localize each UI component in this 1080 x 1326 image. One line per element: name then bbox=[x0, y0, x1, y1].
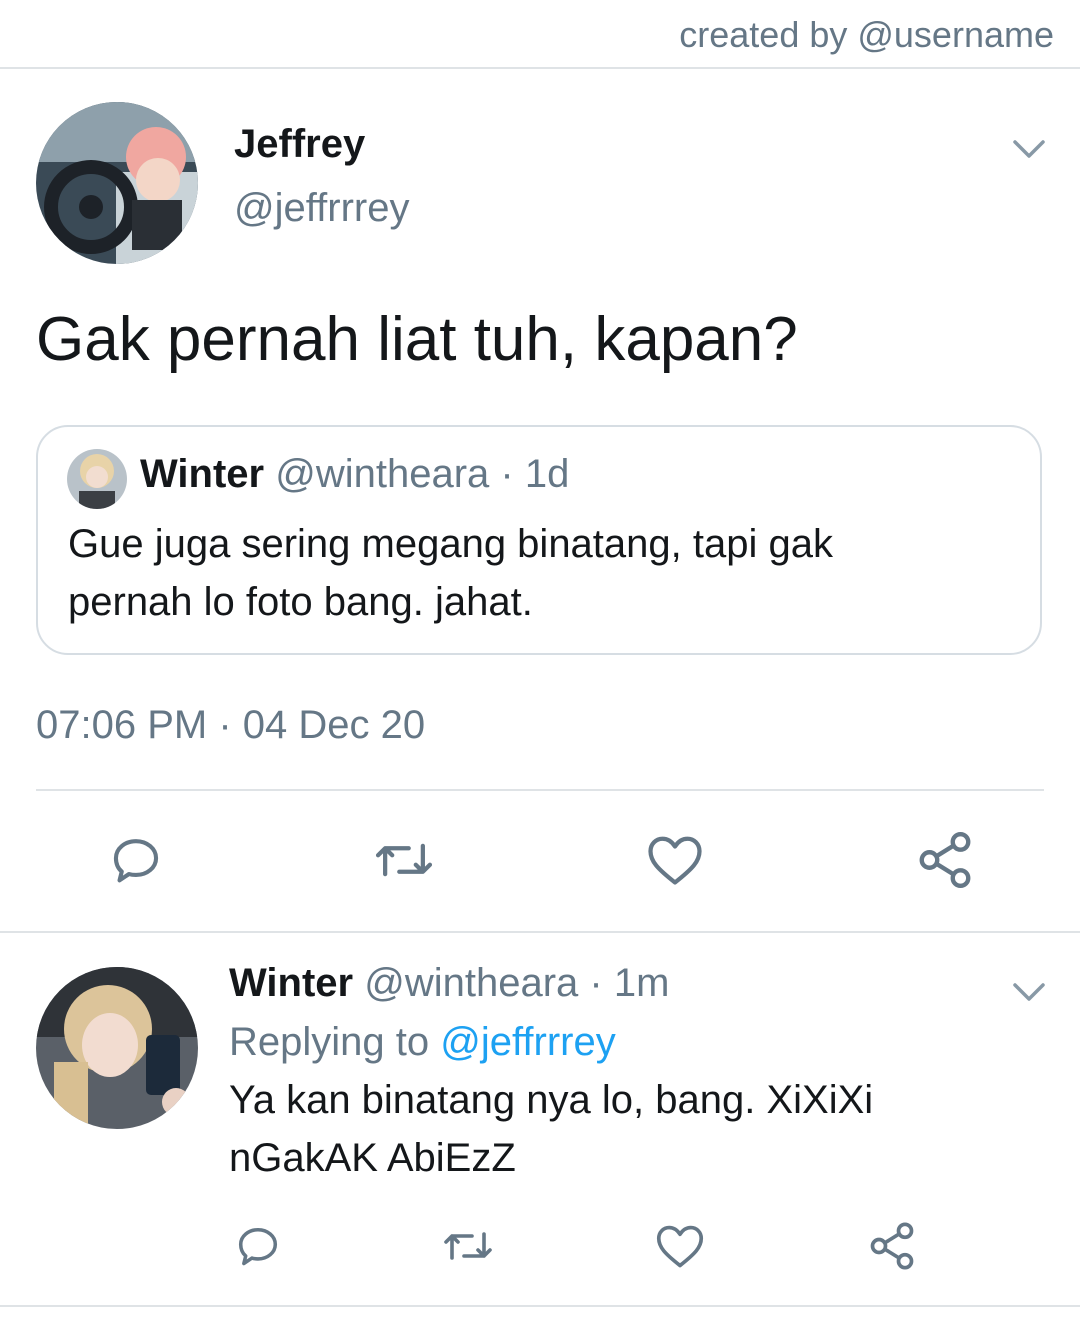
quote-author-name: Winter bbox=[140, 452, 265, 496]
share-icon bbox=[870, 1222, 914, 1270]
reply-like-button[interactable] bbox=[648, 1216, 712, 1276]
bottom-divider bbox=[0, 1305, 1080, 1307]
header-divider bbox=[0, 67, 1080, 69]
share-button[interactable] bbox=[905, 825, 985, 895]
quote-author-handle: @wintheara bbox=[275, 452, 490, 496]
heart-icon bbox=[648, 836, 702, 885]
winter-avatar[interactable] bbox=[36, 967, 198, 1129]
tweet-divider bbox=[0, 931, 1080, 933]
share-icon bbox=[919, 831, 971, 889]
chevron-down-icon[interactable] bbox=[1012, 138, 1046, 160]
reply-time: 1m bbox=[613, 961, 670, 1005]
like-button[interactable] bbox=[635, 825, 715, 895]
retweet-icon bbox=[375, 843, 433, 877]
reply-author-name[interactable]: Winter bbox=[229, 961, 353, 1005]
heart-icon bbox=[656, 1225, 704, 1268]
tweet-timestamp: 07:06 PM · 04 Dec 20 bbox=[36, 703, 426, 747]
reply-share-button[interactable] bbox=[860, 1216, 924, 1276]
replying-to-label: Replying to bbox=[229, 1020, 430, 1064]
reply-button[interactable] bbox=[96, 825, 176, 895]
watermark-credit: created by @username bbox=[679, 14, 1054, 55]
retweet-icon bbox=[444, 1232, 492, 1260]
quote-text: Gue juga sering megang binatang, tapi ga… bbox=[68, 522, 833, 624]
author-handle[interactable]: @jeffrrrey bbox=[234, 186, 409, 231]
reply-separator: · bbox=[589, 961, 603, 1005]
quote-separator: · bbox=[500, 452, 514, 496]
jeffrey-avatar[interactable] bbox=[36, 102, 198, 264]
reply-reply-button[interactable] bbox=[226, 1216, 290, 1276]
reply-text-line1: Ya kan binatang nya lo, bang. XiXiXi bbox=[229, 1078, 874, 1122]
replying-to-handle[interactable]: @jeffrrrey bbox=[440, 1020, 615, 1064]
reply-icon bbox=[238, 1227, 278, 1266]
reply-author-handle[interactable]: @wintheara bbox=[364, 961, 578, 1005]
tweet-text: Gak pernah liat tuh, kapan? bbox=[36, 305, 798, 374]
author-name[interactable]: Jeffrey bbox=[234, 122, 365, 167]
reply-text-line2: nGakAK AbiEzZ bbox=[229, 1136, 516, 1180]
quote-time: 1d bbox=[524, 452, 570, 496]
reply-icon bbox=[113, 839, 159, 883]
chevron-down-icon[interactable] bbox=[1012, 981, 1046, 1003]
timestamp-divider bbox=[36, 789, 1044, 791]
reply-retweet-button[interactable] bbox=[436, 1216, 500, 1276]
retweet-button[interactable] bbox=[364, 825, 444, 895]
winter-quote-avatar bbox=[67, 449, 127, 509]
